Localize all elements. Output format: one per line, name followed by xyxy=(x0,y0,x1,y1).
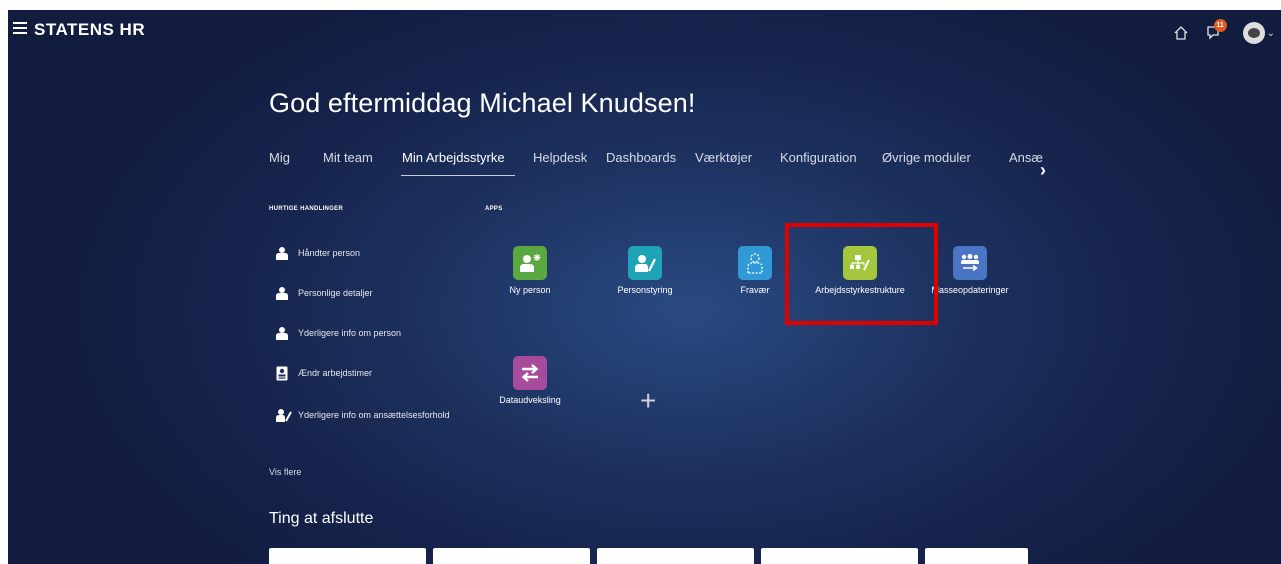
app-ny-person[interactable]: Ny person xyxy=(475,246,585,295)
task-card[interactable] xyxy=(269,548,426,564)
tab-helpdesk[interactable]: Helpdesk xyxy=(533,150,587,165)
notifications-icon[interactable]: 11 xyxy=(1205,19,1227,43)
quick-action-item[interactable]: Yderligere info om person xyxy=(276,326,401,340)
tab-oevrige-moduler[interactable]: Øvrige moduler xyxy=(882,150,971,165)
tab-konfiguration[interactable]: Konfiguration xyxy=(780,150,857,165)
section-title: Ting at afslutte xyxy=(269,510,374,527)
app-label: Dataudveksling xyxy=(499,395,561,405)
nav-tabs: Mig Mit team Min Arbejdsstyrke Helpdesk … xyxy=(269,150,1043,180)
tab-mit-team[interactable]: Mit team xyxy=(323,150,373,165)
header-actions: 11 ⌄ xyxy=(1173,19,1275,44)
task-card[interactable] xyxy=(433,548,590,564)
add-person-icon xyxy=(513,246,547,280)
data-exchange-icon xyxy=(513,356,547,390)
app-dataudveksling[interactable]: Dataudveksling xyxy=(475,356,585,405)
mass-update-icon xyxy=(953,246,987,280)
app-label: Ny person xyxy=(509,285,551,295)
person-icon xyxy=(276,246,288,260)
quick-action-item[interactable]: Ændr arbejdstimer xyxy=(276,366,373,381)
brand-title[interactable]: STATENS HR xyxy=(34,20,145,40)
top-bar: STATENS HR 11 ⌄ xyxy=(8,10,1281,54)
add-app-icon[interactable]: + xyxy=(640,385,656,417)
task-card[interactable] xyxy=(597,548,754,564)
active-tab-indicator xyxy=(401,175,515,176)
app-personstyring[interactable]: Personstyring xyxy=(590,246,700,295)
task-card[interactable] xyxy=(925,548,1028,564)
quick-action-label: Yderligere info om person xyxy=(298,328,402,338)
person-edit-icon xyxy=(628,246,662,280)
quick-action-label: Personlige detaljer xyxy=(298,288,373,298)
quick-action-label: Håndter person xyxy=(298,248,361,258)
highlight-box xyxy=(785,223,938,325)
absent-person-icon xyxy=(738,246,772,280)
quick-actions-heading: HURTIGE HANDLINGER xyxy=(269,206,344,212)
app-frame: STATENS HR 11 ⌄ God eftermiddag Michael … xyxy=(8,10,1281,564)
page-greeting: God eftermiddag Michael Knudsen! xyxy=(269,88,696,118)
user-avatar[interactable] xyxy=(1242,22,1265,44)
chevron-down-icon[interactable]: ⌄ xyxy=(1267,28,1275,39)
task-card[interactable] xyxy=(761,548,918,564)
person-edit-icon xyxy=(276,408,292,422)
app-label: Personstyring xyxy=(617,285,673,295)
home-icon[interactable] xyxy=(1173,25,1189,41)
tab-dashboards[interactable]: Dashboards xyxy=(606,150,676,165)
tab-min-arbejdsstyrke[interactable]: Min Arbejdsstyrke xyxy=(402,150,505,165)
quick-action-label: Ændr arbejdstimer xyxy=(298,368,373,378)
chevron-right-icon[interactable]: › xyxy=(1040,160,1046,181)
quick-action-item[interactable]: Håndter person xyxy=(276,246,360,260)
notification-badge: 11 xyxy=(1213,19,1227,32)
tab-ansae[interactable]: Ansæ xyxy=(1009,150,1043,165)
person-icon xyxy=(276,326,288,340)
person-icon xyxy=(276,286,288,300)
id-badge-icon xyxy=(276,366,288,381)
tab-vaerktoejer[interactable]: Værktøjer xyxy=(695,150,752,165)
show-more-link[interactable]: Vis flere xyxy=(269,467,301,477)
menu-icon[interactable] xyxy=(13,22,27,34)
quick-action-item[interactable]: Personlige detaljer xyxy=(276,286,373,300)
apps-heading: APPS xyxy=(485,206,503,212)
quick-action-label: Yderligere info om ansættelsesforhold xyxy=(298,410,450,420)
quick-action-item[interactable]: Yderligere info om ansættelsesforhold xyxy=(276,408,450,422)
tab-mig[interactable]: Mig xyxy=(269,150,290,165)
